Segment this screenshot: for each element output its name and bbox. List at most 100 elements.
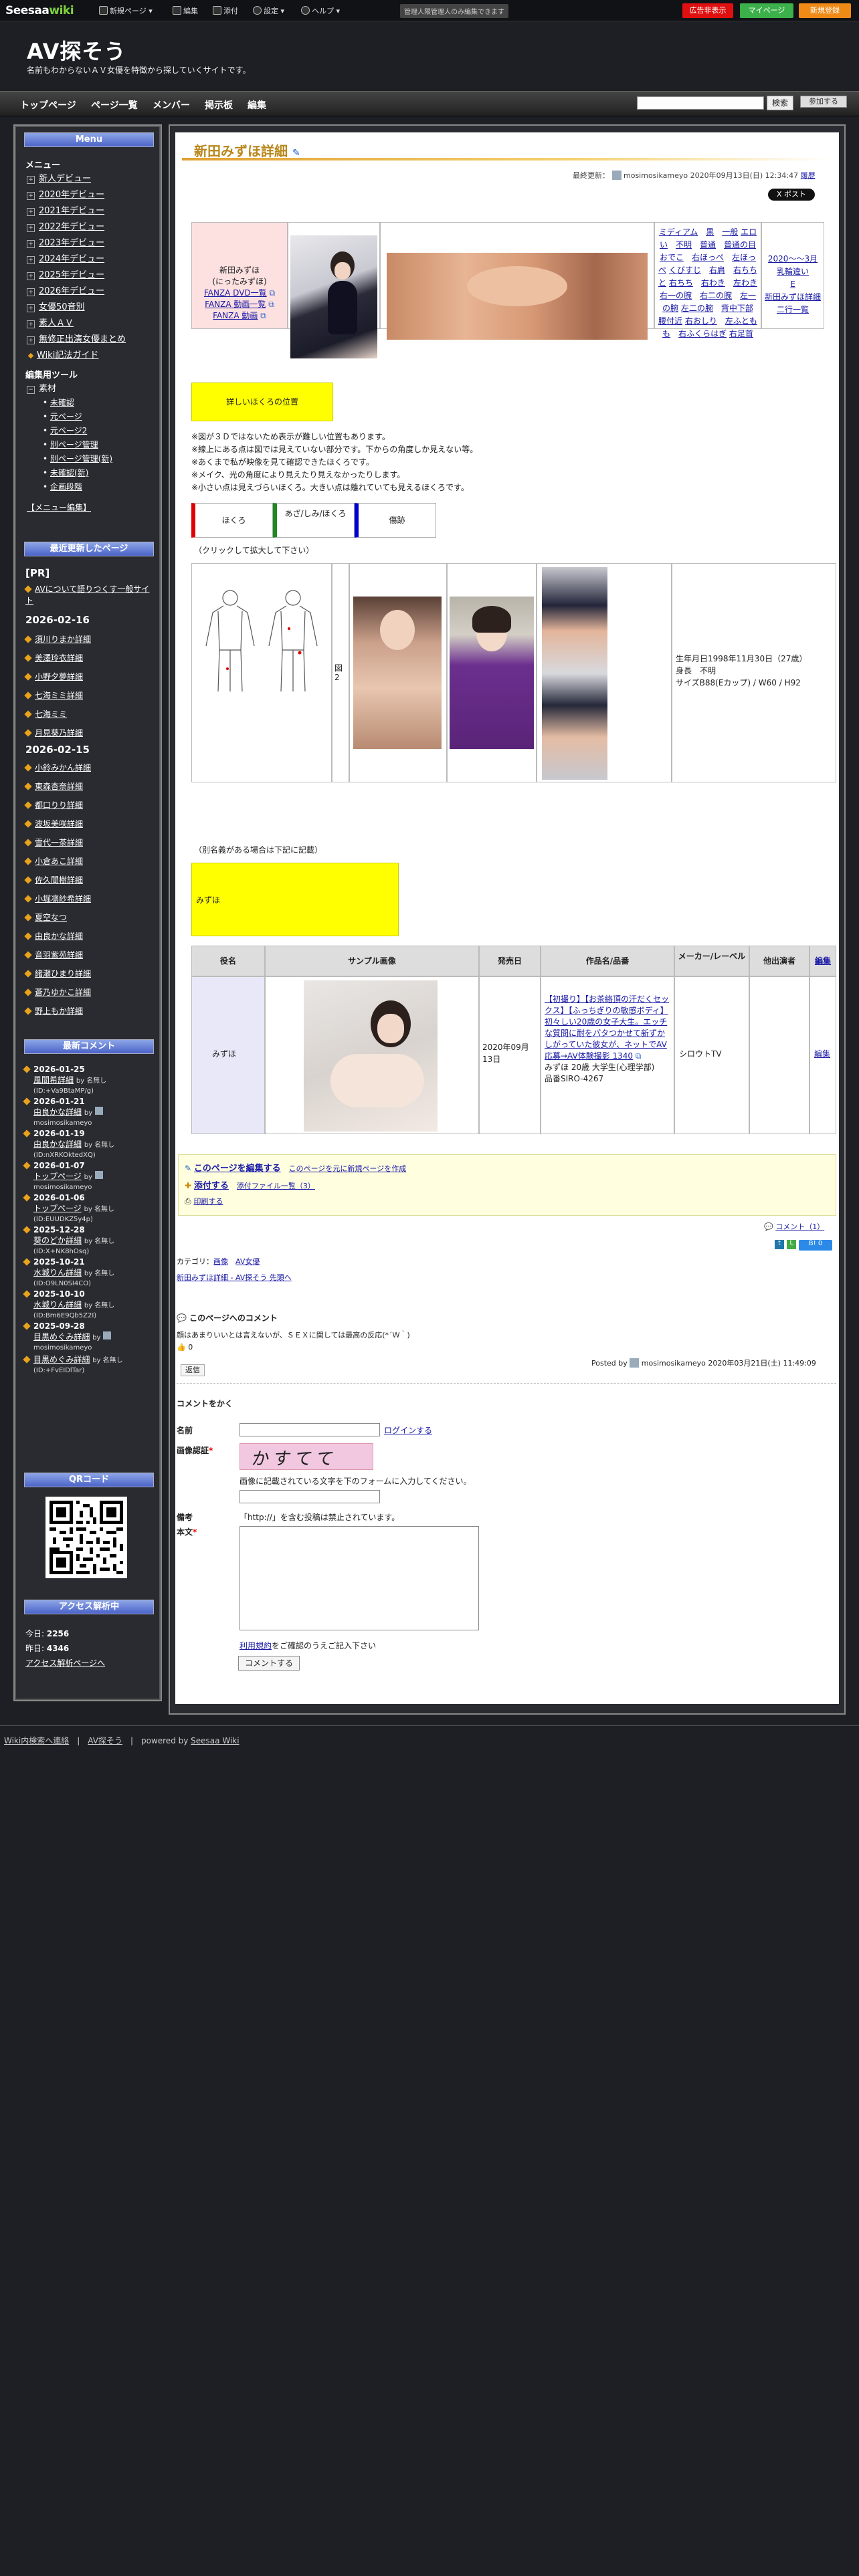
tag-link[interactable]: 背中下部	[721, 304, 753, 313]
recent-item[interactable]: 佐久間樹詳細	[24, 871, 91, 889]
comment-link[interactable]: 葵のどか詳細	[33, 1236, 82, 1245]
new-page-menu[interactable]: 新規ページ ▾	[99, 5, 153, 16]
search-button[interactable]: 検索	[767, 96, 793, 110]
nav-board[interactable]: 掲示板	[205, 98, 233, 112]
year-link[interactable]: 二行一覧	[777, 305, 809, 314]
tag-link[interactable]: 右わき	[701, 278, 725, 288]
attach-link[interactable]: 添付する	[194, 1181, 229, 1191]
edit-menu[interactable]: 編集	[173, 5, 198, 16]
recent-item[interactable]: 美澤玲衣詳細	[24, 649, 91, 667]
share-hatena-button[interactable]: B! 0	[799, 1240, 832, 1251]
recent-item[interactable]: 緒瀬ひまり詳細	[24, 964, 91, 983]
menu-item[interactable]: +2025年デビュー	[27, 267, 126, 284]
comment-link[interactable]: 水城りん詳細	[33, 1300, 82, 1309]
menu-item[interactable]: +2026年デビュー	[27, 284, 126, 300]
attach-list-link[interactable]: 添付ファイル一覧（3）	[237, 1182, 315, 1190]
category-link[interactable]: AV女優	[235, 1257, 260, 1266]
terms-link[interactable]: 利用規約	[240, 1641, 272, 1650]
register-button[interactable]: 新規登録	[799, 3, 851, 18]
recent-item[interactable]: 東森杏奈詳細	[24, 777, 91, 796]
tag-link[interactable]: 右ふくらはぎ	[678, 329, 727, 338]
edit-root[interactable]: − 素材	[27, 381, 56, 394]
menu-item[interactable]: Wiki記法ガイド	[27, 348, 126, 364]
nav-edit[interactable]: 編集	[248, 98, 266, 112]
cover-image[interactable]	[290, 235, 377, 358]
recent-item[interactable]: 雪代一茶詳細	[24, 833, 91, 852]
work-link[interactable]: 【初撮り】【お茶絡頂の汗だくセックス】【ふっちぎりの敏感ボディ】初々しい20歳の…	[545, 994, 672, 1062]
menu-item[interactable]: +2022年デビュー	[27, 219, 126, 235]
breadcrumb-link[interactable]: 新田みずほ詳細 - AV探そう 先頭へ	[177, 1273, 292, 1282]
recent-item[interactable]: 月見葵乃詳細	[24, 724, 91, 742]
footer-site-link[interactable]: AV探そう	[88, 1736, 122, 1745]
menu-item[interactable]: +2021年デビュー	[27, 203, 126, 219]
tag-link[interactable]: 腰付近	[658, 316, 682, 326]
recent-item[interactable]: 須川りまか詳細	[24, 630, 91, 649]
fanza-dvd-link[interactable]: FANZA DVD一覧 ⧉	[193, 288, 286, 299]
comment-link[interactable]: 由良かな詳細	[33, 1107, 82, 1117]
footer-admin-link[interactable]: Wiki内検索へ連絡	[4, 1736, 69, 1745]
site-title[interactable]: AV探そう	[27, 35, 126, 66]
tag-link[interactable]: ミディアム	[659, 227, 698, 237]
comment-link[interactable]: トップページ	[33, 1172, 82, 1181]
settings-menu[interactable]: 設定 ▾	[253, 5, 284, 16]
recent-item[interactable]: 夏空なつ	[24, 908, 91, 927]
tag-link[interactable]: 右おしり	[685, 316, 717, 326]
tag-link[interactable]: 右ほっぺ	[692, 253, 724, 262]
recent-item[interactable]: 波坂美咲詳細	[24, 815, 91, 833]
legend-scar[interactable]: 傷跡	[355, 503, 436, 538]
mypage-button[interactable]: マイページ	[740, 3, 793, 18]
comment-link[interactable]: 風間希詳細	[33, 1075, 74, 1085]
tag-link[interactable]: 一般	[722, 227, 738, 237]
menu-item[interactable]: +2023年デビュー	[27, 235, 126, 251]
comment-link[interactable]: 水城りん詳細	[33, 1268, 82, 1277]
mole-position-button[interactable]: 詳しいほくろの位置	[191, 383, 333, 421]
edit-tool-item[interactable]: • 元ページ2	[43, 424, 112, 438]
edit-tool-item[interactable]: • 企画段階	[43, 480, 112, 494]
nav-members[interactable]: メンバー	[153, 98, 190, 112]
menu-item[interactable]: + 素人ＡＶ	[27, 316, 126, 332]
edit-tool-item[interactable]: • 別ページ管理	[43, 438, 112, 452]
menu-item[interactable]: +2024年デビュー	[27, 251, 126, 267]
tag-link[interactable]: 右ちち	[669, 278, 693, 288]
name-input[interactable]	[240, 1423, 380, 1436]
category-link[interactable]: 画像	[213, 1257, 228, 1266]
print-link[interactable]: 印刷する	[193, 1197, 223, 1206]
menu-item[interactable]: + 新人デビュー	[27, 171, 126, 187]
recent-item[interactable]: 蒼乃ゆかこ詳細	[24, 983, 91, 1002]
history-link[interactable]: 履歴	[801, 171, 816, 180]
join-button[interactable]: 参加する	[800, 96, 847, 108]
legend-mole[interactable]: ほくろ	[191, 503, 273, 538]
nav-page-list[interactable]: ページ一覧	[91, 98, 138, 112]
comment-link[interactable]: 由良かな詳細	[33, 1140, 82, 1149]
legend-bruise[interactable]: あざ/しみ/ほくろ	[273, 503, 355, 538]
access-link[interactable]: アクセス解析ページへ	[25, 1656, 105, 1671]
recent-item[interactable]: 七海ミミ詳細	[24, 686, 91, 705]
comment-link[interactable]: 目黒めぐみ詳細	[33, 1332, 90, 1341]
seesaa-logo[interactable]: Seesaawiki	[5, 4, 74, 17]
tag-link[interactable]: くびすじ	[669, 265, 701, 275]
tag-link[interactable]: 左二の腕	[681, 304, 713, 313]
photo-swimsuit-collage[interactable]	[542, 567, 607, 780]
fanza-video-link[interactable]: FANZA 動画 ⧉	[193, 310, 286, 322]
edit-tool-item[interactable]: • 未確認(新)	[43, 466, 112, 480]
edit-tool-item[interactable]: • 別ページ管理(新)	[43, 452, 112, 466]
year-link[interactable]: E	[790, 280, 795, 289]
recent-item[interactable]: 都口りり詳細	[24, 796, 91, 815]
tag-link[interactable]: おでこ	[660, 253, 684, 262]
tag-link[interactable]: 右二の腕	[700, 291, 732, 300]
year-link[interactable]: 新田みずほ詳細	[765, 292, 821, 302]
ad-hide-button[interactable]: 広告非表示	[682, 3, 733, 18]
menu-item[interactable]: + 女優50音別	[27, 300, 126, 316]
scene-image[interactable]	[387, 253, 648, 340]
search-input[interactable]	[637, 96, 764, 110]
recent-item[interactable]: 小野夕夢詳細	[24, 667, 91, 686]
fanza-video-list-link[interactable]: FANZA 動画一覧 ⧉	[193, 299, 286, 310]
nav-top[interactable]: トップページ	[20, 98, 76, 112]
x-post-button[interactable]: X ポスト	[768, 189, 815, 201]
tag-link[interactable]: 普通	[700, 240, 716, 249]
menu-item[interactable]: +2020年デビュー	[27, 187, 126, 203]
recent-item[interactable]: 小倉あこ詳細	[24, 852, 91, 871]
pr-link[interactable]: AVについて語りつくす一般サイト	[24, 583, 153, 606]
share-line-icon[interactable]: L	[787, 1240, 796, 1249]
footer-seesaa-link[interactable]: Seesaa Wiki	[191, 1736, 239, 1745]
